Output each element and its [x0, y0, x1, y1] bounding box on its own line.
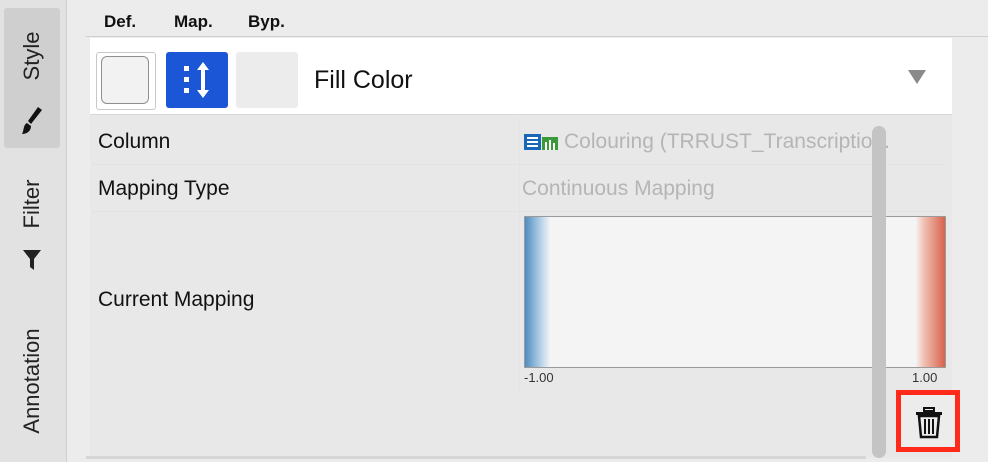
tab-filter-label: Filter: [19, 179, 44, 229]
row-divider: [519, 118, 520, 164]
mapping-type-label: Mapping Type: [98, 177, 230, 200]
tab-style-label: Style: [19, 31, 44, 81]
property-panel: Fill Color Column Colouring (TRRUST_Tran…: [90, 38, 952, 458]
byp-column-header: Byp.: [248, 12, 285, 31]
side-tab-strip: Style Filter Annotation: [0, 0, 67, 462]
column-row: Column Colouring (TRRUST_Transcriptio...: [92, 118, 946, 165]
current-mapping-row: Current Mapping -1.00 1.00: [92, 212, 946, 390]
vertical-scrollbar[interactable]: [872, 126, 886, 458]
row-divider: [519, 212, 520, 390]
default-value-cell[interactable]: [96, 52, 156, 110]
column-type-icon: [524, 134, 558, 150]
gradient-max-label: 1.00: [912, 370, 938, 385]
tab-annotation-label: Annotation: [19, 328, 44, 434]
chevron-down-icon[interactable]: [908, 70, 926, 84]
panel-bottom-border: [86, 456, 866, 459]
delete-mapping-button[interactable]: [896, 390, 960, 452]
funnel-icon: [23, 250, 41, 270]
default-color-swatch: [101, 56, 149, 104]
property-name: Fill Color: [314, 66, 413, 94]
bypass-cell[interactable]: [236, 52, 298, 108]
column-value[interactable]: Colouring (TRRUST_Transcriptio...: [564, 130, 890, 154]
style-main-area: Def. Map. Byp. Fill Color Column Colouri…: [86, 0, 988, 462]
column-label: Column: [98, 130, 171, 153]
tab-style[interactable]: Style: [4, 8, 60, 148]
gradient-min-label: -1.00: [524, 370, 554, 385]
def-column-header: Def.: [104, 12, 137, 31]
current-mapping-label: Current Mapping: [98, 288, 255, 311]
trash-icon: [916, 407, 942, 439]
tab-filter[interactable]: Filter: [4, 160, 60, 290]
mapping-type-row: Mapping Type Continuous Mapping: [92, 165, 946, 212]
map-column-header: Map.: [174, 12, 213, 31]
row-divider: [519, 165, 520, 211]
mapping-button[interactable]: [166, 52, 228, 108]
continuous-mapping-icon: [184, 62, 209, 98]
fill-color-property-row[interactable]: Fill Color: [90, 38, 952, 115]
tab-annotation[interactable]: Annotation: [4, 300, 60, 462]
column-header-bar: Def. Map. Byp.: [86, 0, 988, 37]
mapping-type-value[interactable]: Continuous Mapping: [522, 177, 715, 201]
brush-icon: [22, 107, 42, 134]
